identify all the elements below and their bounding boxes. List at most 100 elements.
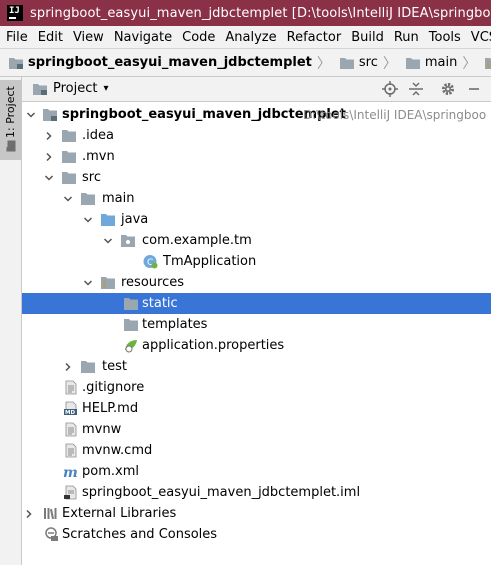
spring-boot-class-icon: C bbox=[143, 255, 158, 269]
text-file-icon bbox=[65, 422, 77, 437]
tree-row-mvnw[interactable]: mvnw bbox=[22, 419, 491, 440]
crosshair-icon bbox=[382, 81, 398, 97]
source-folder-icon bbox=[101, 214, 115, 226]
menu-run[interactable]: Run bbox=[389, 30, 424, 45]
chevron-down-icon: ▾ bbox=[103, 83, 109, 94]
breadcrumb-project[interactable]: springboot_easyui_maven_jdbctemplet bbox=[0, 55, 312, 70]
window-titlebar: IJ springboot_easyui_maven_jdbctemplet [… bbox=[0, 0, 491, 26]
tree-label: static bbox=[142, 296, 178, 311]
breadcrumb-resources[interactable]: resources bbox=[476, 55, 491, 70]
tree-label: .idea bbox=[82, 128, 114, 143]
tree-row-templates[interactable]: templates bbox=[22, 314, 491, 335]
breadcrumb-main[interactable]: main bbox=[397, 55, 457, 70]
project-panel-header: Project ▾ bbox=[22, 77, 491, 102]
tree-row-static[interactable]: static bbox=[22, 293, 491, 314]
tree-row-idea[interactable]: .idea bbox=[22, 125, 491, 146]
module-file-icon bbox=[64, 485, 77, 500]
tree-row-scratches[interactable]: Scratches and Consoles bbox=[22, 524, 491, 545]
folder-icon bbox=[81, 193, 95, 205]
folder-icon bbox=[81, 361, 95, 373]
tree-label: resources bbox=[121, 275, 185, 290]
chevron-down-icon[interactable] bbox=[25, 104, 37, 125]
project-tree[interactable]: springboot_easyui_maven_jdbctemplet D:\t… bbox=[22, 102, 491, 565]
folder-icon bbox=[405, 57, 420, 69]
menu-tools[interactable]: Tools bbox=[424, 30, 466, 45]
tree-label: mvnw bbox=[82, 422, 122, 437]
chevron-down-icon[interactable] bbox=[62, 188, 74, 209]
menu-build[interactable]: Build bbox=[346, 30, 389, 45]
svg-text:MD: MD bbox=[65, 410, 75, 416]
tree-label: application.properties bbox=[142, 338, 285, 353]
chevron-right-icon[interactable] bbox=[62, 356, 74, 377]
project-tool-tab-label: 1: Project bbox=[2, 85, 19, 153]
menu-file[interactable]: File bbox=[0, 30, 33, 45]
locate-file-button[interactable] bbox=[381, 80, 399, 98]
tree-row-project-root[interactable]: springboot_easyui_maven_jdbctemplet D:\t… bbox=[22, 104, 491, 125]
tree-row-gitignore[interactable]: .gitignore bbox=[22, 377, 491, 398]
tree-row-iml[interactable]: springboot_easyui_maven_jdbctemplet.iml bbox=[22, 482, 491, 503]
tree-label: HELP.md bbox=[82, 401, 139, 416]
hide-panel-button[interactable] bbox=[465, 80, 483, 98]
chevron-right-icon[interactable] bbox=[23, 503, 35, 524]
tree-label: .gitignore bbox=[82, 380, 145, 395]
menu-analyze[interactable]: Analyze bbox=[220, 30, 281, 45]
tree-label: TmApplication bbox=[163, 254, 257, 269]
tree-label: java bbox=[121, 212, 149, 227]
menu-edit[interactable]: Edit bbox=[33, 30, 68, 45]
tree-row-java[interactable]: java bbox=[22, 209, 491, 230]
resource-folder-icon bbox=[101, 277, 115, 289]
tree-row-src[interactable]: src bbox=[22, 167, 491, 188]
gear-icon bbox=[442, 83, 454, 95]
resource-folder-icon bbox=[485, 57, 491, 69]
folder-icon bbox=[6, 140, 16, 152]
folder-icon bbox=[62, 172, 76, 184]
tree-row-help-md[interactable]: MD HELP.md bbox=[22, 398, 491, 419]
tree-row-mvn[interactable]: .mvn bbox=[22, 146, 491, 167]
menu-vcs[interactable]: VCS bbox=[466, 30, 491, 45]
settings-button[interactable] bbox=[439, 80, 457, 98]
menu-refactor[interactable]: Refactor bbox=[282, 30, 347, 45]
tree-row-pom-xml[interactable]: m pom.xml bbox=[22, 461, 491, 482]
chevron-down-icon[interactable] bbox=[102, 230, 114, 251]
tree-row-application-properties[interactable]: application.properties bbox=[22, 335, 491, 356]
tree-row-resources[interactable]: resources bbox=[22, 272, 491, 293]
breadcrumb-separator-icon: 〉 bbox=[382, 55, 397, 72]
minimize-icon bbox=[469, 88, 479, 90]
folder-icon bbox=[339, 57, 354, 69]
breadcrumb-separator-icon: 〉 bbox=[462, 55, 477, 72]
tree-row-test[interactable]: test bbox=[22, 356, 491, 377]
chevron-right-icon[interactable] bbox=[43, 125, 55, 146]
project-path: D:\tools\IntelliJ IDEA\springboo bbox=[303, 108, 487, 122]
tree-row-external-libraries[interactable]: External Libraries bbox=[22, 503, 491, 524]
collapse-all-button[interactable] bbox=[407, 80, 425, 98]
chevron-down-icon[interactable] bbox=[82, 272, 94, 293]
project-module-icon bbox=[43, 109, 57, 121]
scratches-icon bbox=[45, 527, 58, 541]
chevron-down-icon[interactable] bbox=[82, 209, 94, 230]
breadcrumb-src[interactable]: src bbox=[331, 55, 378, 70]
intellij-logo-icon: IJ bbox=[7, 5, 23, 21]
package-icon bbox=[121, 235, 135, 247]
collapse-all-icon bbox=[409, 82, 423, 96]
menu-navigate[interactable]: Navigate bbox=[109, 30, 177, 45]
tree-label: templates bbox=[142, 317, 208, 332]
tree-label: main bbox=[102, 191, 135, 206]
tree-label: test bbox=[102, 359, 127, 374]
window-title: springboot_easyui_maven_jdbctemplet [D:\… bbox=[30, 5, 491, 21]
tree-row-package[interactable]: com.example.tm bbox=[22, 230, 491, 251]
tree-row-mvnw-cmd[interactable]: mvnw.cmd bbox=[22, 440, 491, 461]
menu-view[interactable]: View bbox=[68, 30, 109, 45]
menu-bar: File Edit View Navigate Code Analyze Ref… bbox=[0, 26, 491, 48]
project-view-selector[interactable]: Project ▾ bbox=[32, 81, 109, 96]
chevron-down-icon[interactable] bbox=[43, 167, 55, 188]
folder-icon bbox=[62, 151, 76, 163]
tree-row-main[interactable]: main bbox=[22, 188, 491, 209]
spring-properties-icon bbox=[125, 340, 137, 353]
folder-icon bbox=[124, 298, 138, 310]
tree-row-tmapplication[interactable]: C TmApplication bbox=[22, 251, 491, 272]
breadcrumb-separator-icon: 〉 bbox=[316, 55, 331, 72]
tree-label: .mvn bbox=[82, 149, 115, 164]
chevron-right-icon[interactable] bbox=[43, 146, 55, 167]
text-file-icon bbox=[65, 380, 77, 395]
menu-code[interactable]: Code bbox=[177, 30, 220, 45]
